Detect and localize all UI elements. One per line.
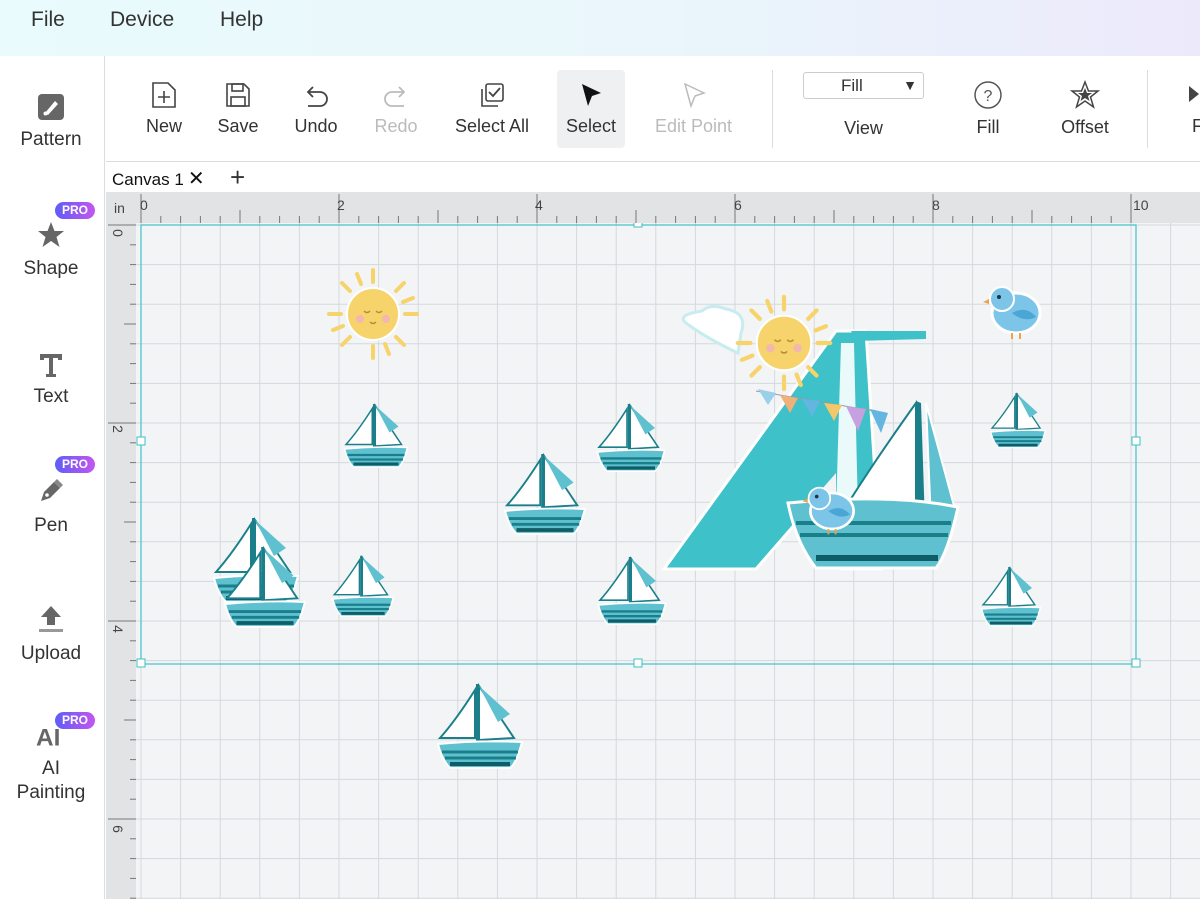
canvas-tab-bar: Canvas 1 ✕ + (106, 162, 1200, 192)
brush-icon (36, 92, 66, 122)
sailboat-image[interactable] (989, 391, 1047, 449)
dropdown-arrow-icon: ▼ (903, 77, 917, 93)
play-triangle-icon (1179, 86, 1200, 116)
add-tab-button[interactable]: + (230, 162, 245, 193)
offset-button[interactable]: Offset (1051, 68, 1119, 148)
ruler-label: 0 (109, 229, 126, 237)
left-sidebar: Pattern PRO Shape Text PRO Pen Upload PR… (0, 56, 105, 899)
sun-image[interactable] (327, 268, 419, 360)
ruler-label: 2 (109, 425, 126, 433)
sidebar-label-shape: Shape (23, 258, 79, 279)
ruler-label: 6 (734, 197, 742, 213)
fill-button[interactable]: ? Fill (962, 68, 1014, 148)
ruler-label: 10 (1133, 197, 1149, 213)
select-button[interactable]: Select (557, 70, 625, 148)
arrow-cursor-icon (576, 80, 606, 110)
ai-icon: AI (36, 720, 66, 750)
sidebar-item-shape[interactable]: PRO Shape (0, 202, 105, 312)
sidebar-label-pen: Pen (34, 515, 68, 536)
ruler-label: 4 (109, 625, 126, 633)
toolbar: New Save Undo Redo Select All Select Edi… (106, 56, 1200, 162)
undo-button[interactable]: Undo (286, 68, 346, 148)
save-button[interactable]: Save (210, 68, 266, 148)
toolbar-divider (1147, 70, 1148, 148)
ruler-label: 6 (109, 825, 126, 833)
star-icon (36, 220, 66, 250)
sidebar-item-pattern[interactable]: Pattern (0, 76, 105, 186)
sailboat-image[interactable] (503, 452, 587, 536)
save-icon (223, 80, 253, 110)
undo-icon (301, 80, 331, 110)
ruler-unit: in (114, 200, 125, 216)
design-canvas[interactable] (136, 223, 1200, 899)
view-label: View (844, 118, 883, 138)
view-mode-select[interactable]: Fill ▼ (803, 72, 924, 99)
bird-image[interactable] (981, 285, 1042, 341)
menu-device[interactable]: Device (110, 8, 174, 32)
redo-button[interactable]: Redo (366, 68, 426, 148)
pen-icon (36, 476, 66, 506)
sidebar-item-ai-painting[interactable]: PRO AI AI Painting (0, 712, 105, 822)
edit-point-cursor-icon (679, 80, 709, 110)
menu-file[interactable]: File (31, 8, 65, 32)
svg-text:AI: AI (36, 724, 60, 750)
ruler-left: 0 2 4 6 (106, 223, 136, 899)
workspace: in 0 2 4 6 8 10 0 2 4 6 (106, 192, 1200, 899)
redo-icon (381, 80, 411, 110)
sidebar-label-pattern: Pattern (20, 129, 82, 150)
new-file-icon (149, 80, 179, 110)
sailboat-image[interactable] (331, 554, 395, 618)
sidebar-item-upload[interactable]: Upload (0, 596, 105, 706)
sidebar-item-pen[interactable]: PRO Pen (0, 456, 105, 566)
letter-a-boat-image[interactable] (661, 297, 960, 571)
select-all-button[interactable]: Select All (447, 68, 537, 148)
sailboat-image[interactable] (436, 682, 524, 770)
sidebar-label-upload: Upload (20, 643, 82, 664)
menu-bar: File Device Help (0, 0, 1200, 56)
ruler-label: 8 (932, 197, 940, 213)
close-icon[interactable]: ✕ (188, 168, 205, 190)
svg-text:?: ? (984, 88, 993, 105)
sidebar-label-ai: AI (42, 758, 60, 779)
sailboat-image[interactable] (980, 565, 1042, 628)
pro-badge: PRO (55, 456, 95, 473)
upload-icon (36, 604, 66, 634)
sidebar-label-painting: Painting (16, 782, 86, 803)
more-tool-button[interactable]: F (1176, 68, 1200, 148)
sidebar-item-text[interactable]: Text (0, 338, 105, 448)
ruler-label: 4 (535, 197, 543, 213)
ruler-top: in 0 2 4 6 8 10 (106, 192, 1200, 223)
new-button[interactable]: New (136, 68, 192, 148)
edit-point-button[interactable]: Edit Point (646, 68, 741, 148)
pro-badge: PRO (55, 202, 95, 219)
sailboat-image[interactable] (595, 402, 667, 473)
toolbar-divider (772, 70, 773, 148)
offset-star-icon (1069, 79, 1101, 110)
ruler-label: 0 (140, 197, 148, 213)
sailboat-image[interactable] (343, 402, 409, 469)
menu-help[interactable]: Help (220, 8, 263, 32)
select-all-icon (477, 80, 507, 110)
text-t-icon (36, 350, 66, 380)
tab-canvas-1[interactable]: Canvas 1 ✕ (112, 166, 205, 192)
sidebar-label-text: Text (33, 386, 69, 407)
ruler-label: 2 (337, 197, 345, 213)
question-circle-icon: ? (973, 80, 1003, 110)
